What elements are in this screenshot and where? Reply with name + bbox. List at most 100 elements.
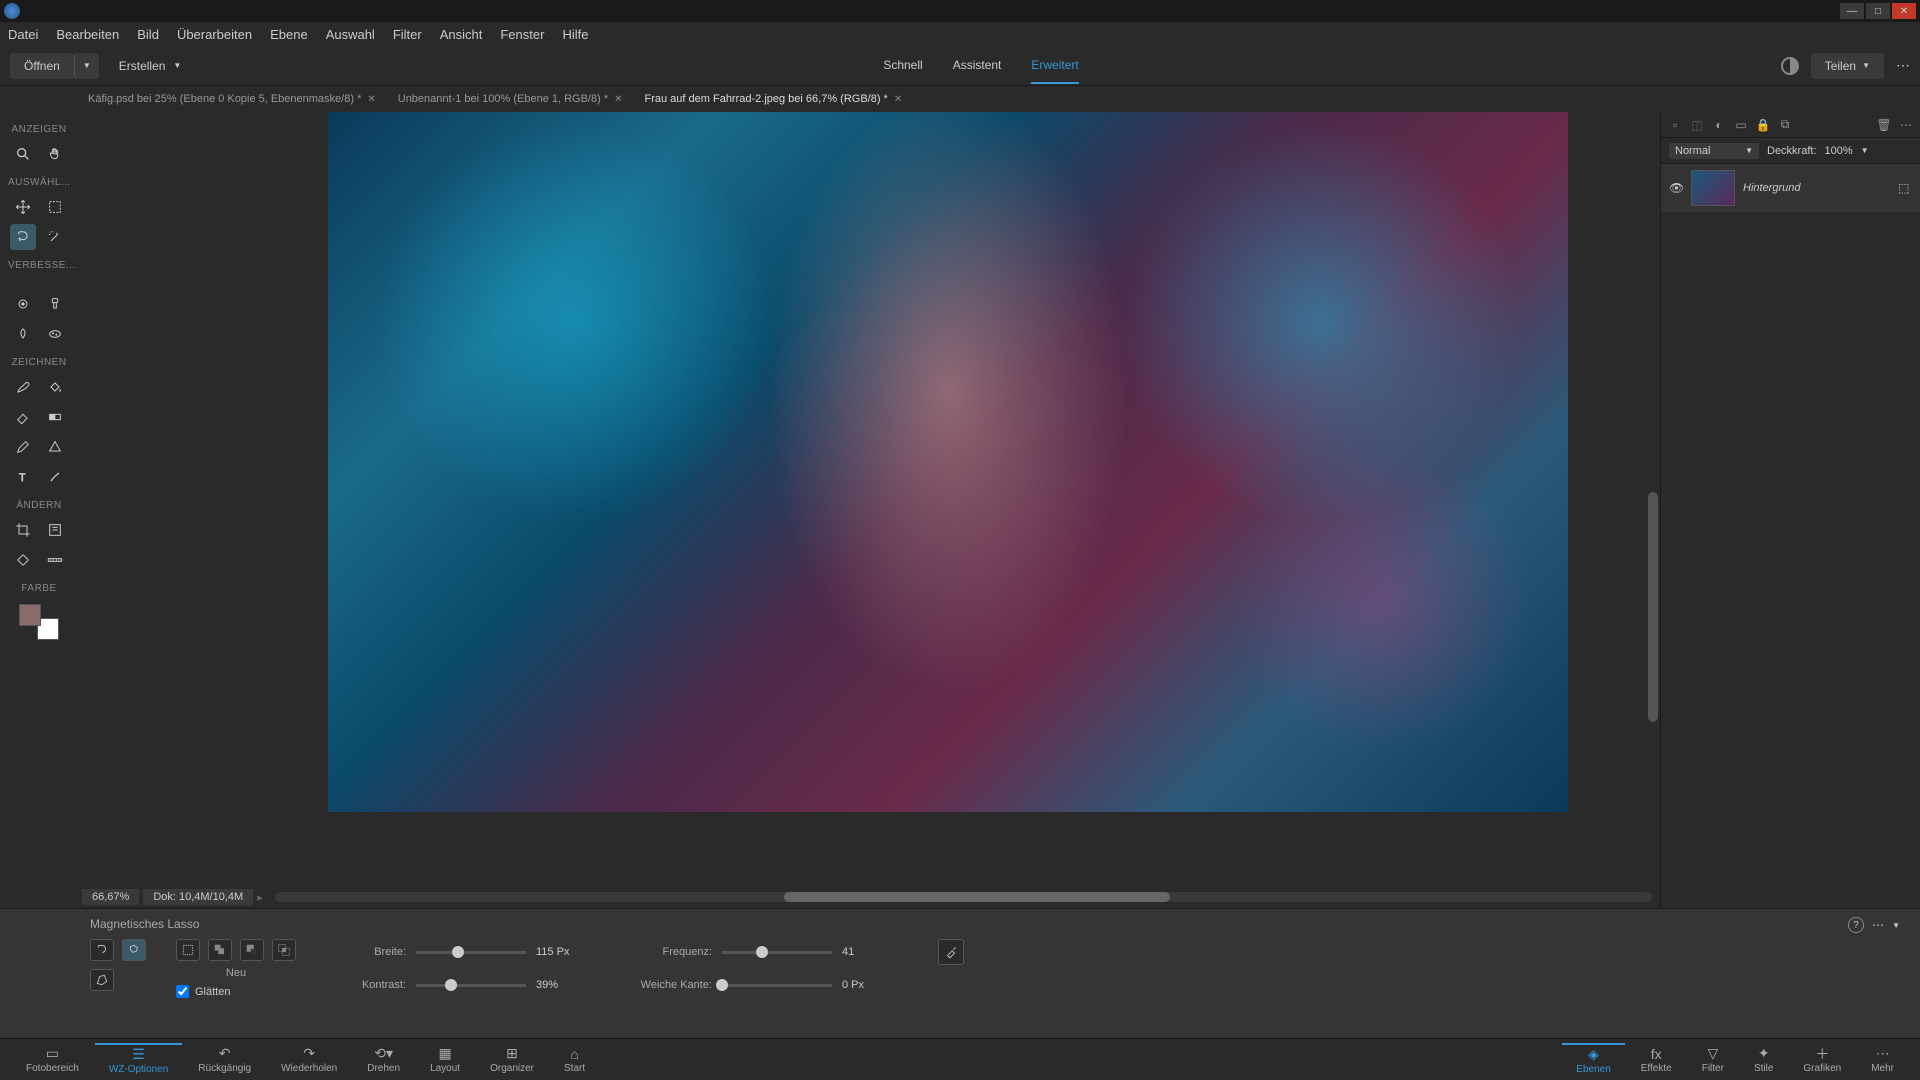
- home-button[interactable]: ⌂Start: [550, 1043, 599, 1077]
- photobin-button[interactable]: ▭Fotobereich: [12, 1043, 93, 1077]
- color-swatches[interactable]: [19, 604, 59, 640]
- close-tab-icon[interactable]: ✕: [367, 94, 375, 105]
- create-button[interactable]: Erstellen▼: [119, 59, 182, 73]
- effects-tab-button[interactable]: fxEffekte: [1627, 1043, 1686, 1077]
- more-icon[interactable]: ⋯: [1896, 57, 1910, 74]
- spot-heal-tool[interactable]: [42, 291, 68, 317]
- contrast-value[interactable]: 39%: [536, 979, 592, 991]
- close-button[interactable]: ✕: [1892, 3, 1916, 19]
- theme-toggle-icon[interactable]: [1781, 57, 1799, 75]
- selection-intersect[interactable]: [272, 939, 296, 961]
- minimize-button[interactable]: —: [1840, 3, 1864, 19]
- width-slider[interactable]: [416, 951, 526, 954]
- mode-tab-assistent[interactable]: Assistent: [953, 48, 1002, 84]
- open-dropdown-button[interactable]: ▼: [74, 53, 99, 79]
- content-move-tool[interactable]: [10, 547, 36, 573]
- chevron-down-icon[interactable]: ▼: [1861, 146, 1869, 155]
- adjustment-icon[interactable]: ◐: [1711, 117, 1727, 133]
- vertical-scrollbar[interactable]: [1648, 492, 1658, 722]
- undo-button[interactable]: ↶Rückgängig: [184, 1043, 265, 1077]
- menu-ebene[interactable]: Ebene: [270, 27, 308, 42]
- new-layer-icon[interactable]: ▫: [1667, 117, 1683, 133]
- trash-icon[interactable]: 🗑: [1876, 117, 1892, 133]
- chevron-down-icon[interactable]: ▼: [1892, 921, 1900, 930]
- close-tab-icon[interactable]: ✕: [894, 94, 902, 105]
- mode-tab-schnell[interactable]: Schnell: [883, 48, 922, 84]
- menu-datei[interactable]: Datei: [8, 27, 38, 42]
- zoom-tool[interactable]: [10, 141, 36, 167]
- eraser-tool[interactable]: [10, 404, 36, 430]
- antialias-checkbox[interactable]: [176, 985, 189, 998]
- pen-pressure-button[interactable]: [938, 939, 964, 965]
- lasso-variant-magnetic[interactable]: [122, 939, 146, 961]
- rotate-button[interactable]: ⟲▾Drehen: [353, 1043, 414, 1077]
- lasso-variant-freehand[interactable]: [90, 939, 114, 961]
- gradient-tool[interactable]: [42, 404, 68, 430]
- menu-bild[interactable]: Bild: [137, 27, 159, 42]
- zoom-level[interactable]: 66,67%: [82, 889, 139, 905]
- recompose-tool[interactable]: [42, 517, 68, 543]
- menu-auswahl[interactable]: Auswahl: [326, 27, 375, 42]
- doctab-1[interactable]: Unbenannt-1 bei 100% (Ebene 1, RGB/8) *✕: [390, 89, 631, 109]
- pencil-tool[interactable]: [10, 434, 36, 460]
- straighten-tool[interactable]: [42, 547, 68, 573]
- selection-add[interactable]: [208, 939, 232, 961]
- graphics-tab-button[interactable]: ＋Grafiken: [1789, 1043, 1855, 1077]
- menu-ansicht[interactable]: Ansicht: [440, 27, 483, 42]
- organizer-button[interactable]: ⊞Organizer: [476, 1043, 548, 1077]
- layout-button[interactable]: ▦Layout: [416, 1043, 474, 1077]
- layer-name[interactable]: Hintergrund: [1743, 182, 1890, 194]
- contrast-slider[interactable]: [416, 984, 526, 987]
- link-icon[interactable]: ⧉: [1777, 117, 1793, 133]
- layer-row[interactable]: 👁 Hintergrund ⬚: [1661, 164, 1920, 212]
- menu-ueberarbeiten[interactable]: Überarbeiten: [177, 27, 252, 42]
- help-icon[interactable]: ?: [1848, 917, 1864, 933]
- layers-tab-button[interactable]: ◈Ebenen: [1562, 1043, 1624, 1077]
- open-button[interactable]: Öffnen: [10, 53, 74, 79]
- menu-bearbeiten[interactable]: Bearbeiten: [56, 27, 119, 42]
- foreground-color-swatch[interactable]: [19, 604, 41, 626]
- doctab-2[interactable]: Frau auf dem Fahrrad-2.jpeg bei 66,7% (R…: [637, 89, 911, 109]
- filters-tab-button[interactable]: ▽Filter: [1688, 1043, 1738, 1077]
- styles-tab-button[interactable]: ✦Stile: [1740, 1043, 1787, 1077]
- more-tab-button[interactable]: ⋯Mehr: [1857, 1043, 1908, 1077]
- bucket-tool[interactable]: [42, 374, 68, 400]
- opacity-value[interactable]: 100%: [1825, 145, 1853, 157]
- lasso-variant-polygon[interactable]: [90, 969, 114, 991]
- menu-fenster[interactable]: Fenster: [500, 27, 544, 42]
- options-menu-icon[interactable]: ⋯: [1872, 918, 1884, 932]
- feather-slider[interactable]: [722, 984, 832, 987]
- marquee-tool[interactable]: [42, 194, 68, 220]
- share-button[interactable]: Teilen▼: [1811, 53, 1884, 79]
- mask-icon[interactable]: ▭: [1733, 117, 1749, 133]
- smudge-tool[interactable]: [10, 321, 36, 347]
- brush-tool[interactable]: [10, 374, 36, 400]
- selection-new[interactable]: [176, 939, 200, 961]
- frequency-slider[interactable]: [722, 951, 832, 954]
- blend-mode-select[interactable]: Normal▼: [1669, 143, 1759, 159]
- tool-options-button[interactable]: ☰WZ-Optionen: [95, 1043, 182, 1077]
- sponge-tool[interactable]: [42, 321, 68, 347]
- magic-wand-tool[interactable]: [42, 224, 68, 250]
- panel-menu-icon[interactable]: ⋯: [1898, 117, 1914, 133]
- group-icon[interactable]: ◫: [1689, 117, 1705, 133]
- redo-button[interactable]: ↷Wiederholen: [267, 1043, 351, 1077]
- lasso-tool[interactable]: [10, 224, 36, 250]
- layer-thumbnail[interactable]: [1691, 170, 1735, 206]
- horizontal-scrollbar[interactable]: [275, 892, 1652, 902]
- visibility-toggle-icon[interactable]: 👁: [1669, 181, 1683, 195]
- lock-icon[interactable]: 🔒: [1755, 117, 1771, 133]
- layer-lock-icon[interactable]: ⬚: [1898, 181, 1912, 195]
- feather-value[interactable]: 0 Px: [842, 979, 898, 991]
- clone-tool[interactable]: [42, 464, 68, 490]
- maximize-button[interactable]: □: [1866, 3, 1890, 19]
- mode-tab-erweitert[interactable]: Erweitert: [1031, 48, 1078, 84]
- redeye-tool[interactable]: [10, 291, 36, 317]
- canvas-area[interactable]: 66,67% Dok: 10,4M/10,4M ▸: [78, 112, 1660, 908]
- width-value[interactable]: 115 Px: [536, 946, 592, 958]
- menu-filter[interactable]: Filter: [393, 27, 422, 42]
- menu-hilfe[interactable]: Hilfe: [562, 27, 588, 42]
- close-tab-icon[interactable]: ✕: [614, 94, 622, 105]
- frequency-value[interactable]: 41: [842, 946, 898, 958]
- text-tool[interactable]: T: [10, 464, 36, 490]
